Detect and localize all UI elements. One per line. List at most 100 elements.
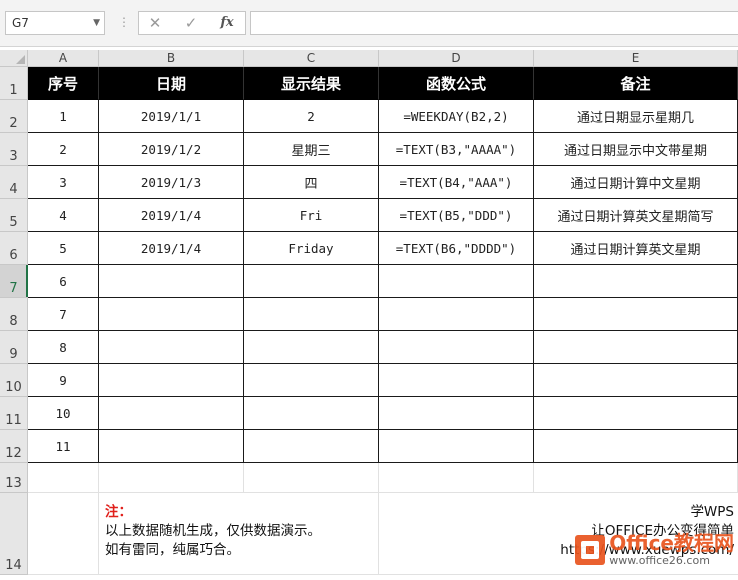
- brand-cell[interactable]: 学WPS 让OFFICE办公变得简单 https://www.xuewps.co…: [379, 493, 738, 575]
- table-cell[interactable]: [244, 298, 379, 331]
- formula-bar: G7 ▼ ⋮ ✕ ✓ fx: [0, 0, 738, 47]
- table-cell[interactable]: 2: [28, 133, 99, 166]
- table-cell[interactable]: 2019/1/2: [99, 133, 244, 166]
- row-header[interactable]: 8: [0, 298, 28, 331]
- table-cell[interactable]: [244, 397, 379, 430]
- table-cell[interactable]: 6: [28, 265, 99, 298]
- header-cell[interactable]: 备注: [534, 67, 738, 100]
- header-cell[interactable]: 显示结果: [244, 67, 379, 100]
- table-cell[interactable]: 1: [28, 100, 99, 133]
- table-cell[interactable]: [534, 364, 738, 397]
- table-cell[interactable]: 2019/1/1: [99, 100, 244, 133]
- table-cell[interactable]: =TEXT(B3,"AAAA"): [379, 133, 534, 166]
- row-header[interactable]: 3: [0, 133, 28, 166]
- table-cell[interactable]: 通过日期显示中文带星期: [534, 133, 738, 166]
- row-header-active[interactable]: 7: [0, 265, 28, 298]
- table-cell[interactable]: [534, 265, 738, 298]
- empty-cell[interactable]: [99, 463, 244, 493]
- row-header[interactable]: 10: [0, 364, 28, 397]
- table-cell[interactable]: [99, 397, 244, 430]
- table-cell[interactable]: 2019/1/3: [99, 166, 244, 199]
- table-cell[interactable]: [379, 397, 534, 430]
- table-cell[interactable]: [244, 265, 379, 298]
- formula-input[interactable]: [250, 11, 738, 35]
- table-cell[interactable]: [99, 364, 244, 397]
- chevron-down-icon[interactable]: ▼: [93, 12, 100, 34]
- table-cell[interactable]: =TEXT(B6,"DDDD"): [379, 232, 534, 265]
- row-header[interactable]: 14: [0, 493, 28, 575]
- table-cell[interactable]: [99, 265, 244, 298]
- header-cell[interactable]: 函数公式: [379, 67, 534, 100]
- row-header[interactable]: 12: [0, 430, 28, 463]
- table-cell[interactable]: [534, 397, 738, 430]
- table-cell[interactable]: [99, 331, 244, 364]
- row-header[interactable]: 4: [0, 166, 28, 199]
- row-header[interactable]: 5: [0, 199, 28, 232]
- table-cell[interactable]: 四: [244, 166, 379, 199]
- empty-cell[interactable]: [28, 463, 99, 493]
- table-cell[interactable]: 通过日期计算英文星期: [534, 232, 738, 265]
- insert-function-button[interactable]: fx: [211, 11, 243, 35]
- table-cell[interactable]: [534, 331, 738, 364]
- select-all-button[interactable]: [0, 50, 28, 67]
- column-header-c[interactable]: C: [244, 50, 379, 67]
- table-cell[interactable]: [534, 430, 738, 463]
- row-header[interactable]: 11: [0, 397, 28, 430]
- empty-cell[interactable]: [28, 493, 99, 575]
- formula-buttons: ✕ ✓ fx: [138, 11, 246, 35]
- table-cell[interactable]: 4: [28, 199, 99, 232]
- empty-cell[interactable]: [379, 463, 534, 493]
- table-cell[interactable]: 8: [28, 331, 99, 364]
- table-cell[interactable]: =TEXT(B4,"AAA"): [379, 166, 534, 199]
- drag-handle-icon[interactable]: ⋮: [118, 15, 130, 29]
- note-cell[interactable]: 注： 以上数据随机生成，仅供数据演示。 如有雷同，纯属巧合。: [99, 493, 379, 575]
- note-title: 注：: [105, 504, 132, 520]
- column-header-d[interactable]: D: [379, 50, 534, 67]
- check-icon[interactable]: ✓: [175, 11, 207, 35]
- table-cell[interactable]: 9: [28, 364, 99, 397]
- name-box[interactable]: G7 ▼: [5, 11, 105, 35]
- table-cell[interactable]: [244, 364, 379, 397]
- table-cell[interactable]: [379, 364, 534, 397]
- table-cell[interactable]: [534, 298, 738, 331]
- table-cell[interactable]: [244, 430, 379, 463]
- table-cell[interactable]: =WEEKDAY(B2,2): [379, 100, 534, 133]
- table-cell[interactable]: [244, 331, 379, 364]
- table-cell[interactable]: Fri: [244, 199, 379, 232]
- column-header-b[interactable]: B: [99, 50, 244, 67]
- table-cell[interactable]: 通过日期计算中文星期: [534, 166, 738, 199]
- table-cell[interactable]: 通过日期显示星期几: [534, 100, 738, 133]
- table-cell[interactable]: 星期三: [244, 133, 379, 166]
- table-cell[interactable]: 3: [28, 166, 99, 199]
- table-cell[interactable]: Friday: [244, 232, 379, 265]
- close-icon[interactable]: ✕: [139, 11, 171, 35]
- table-cell[interactable]: [379, 430, 534, 463]
- table-cell[interactable]: [379, 298, 534, 331]
- empty-cell[interactable]: [244, 463, 379, 493]
- table-cell[interactable]: 2: [244, 100, 379, 133]
- column-header-e[interactable]: E: [534, 50, 738, 67]
- empty-cell[interactable]: [534, 463, 738, 493]
- header-cell[interactable]: 日期: [99, 67, 244, 100]
- table-cell[interactable]: 2019/1/4: [99, 232, 244, 265]
- table-cell[interactable]: 2019/1/4: [99, 199, 244, 232]
- table-cell[interactable]: 11: [28, 430, 99, 463]
- table-cell[interactable]: [379, 265, 534, 298]
- row-header[interactable]: 9: [0, 331, 28, 364]
- table-cell[interactable]: =TEXT(B5,"DDD"): [379, 199, 534, 232]
- table-cell[interactable]: 10: [28, 397, 99, 430]
- row-header[interactable]: 6: [0, 232, 28, 265]
- note-line: 以上数据随机生成，仅供数据演示。: [105, 523, 321, 539]
- office-logo-icon: [575, 534, 606, 565]
- header-cell[interactable]: 序号: [28, 67, 99, 100]
- row-header[interactable]: 1: [0, 67, 28, 100]
- table-cell[interactable]: 7: [28, 298, 99, 331]
- row-header[interactable]: 2: [0, 100, 28, 133]
- table-cell[interactable]: 通过日期计算英文星期简写: [534, 199, 738, 232]
- column-header-a[interactable]: A: [28, 50, 99, 67]
- table-cell[interactable]: [99, 430, 244, 463]
- table-cell[interactable]: [379, 331, 534, 364]
- row-header[interactable]: 13: [0, 463, 28, 493]
- table-cell[interactable]: [99, 298, 244, 331]
- table-cell[interactable]: 5: [28, 232, 99, 265]
